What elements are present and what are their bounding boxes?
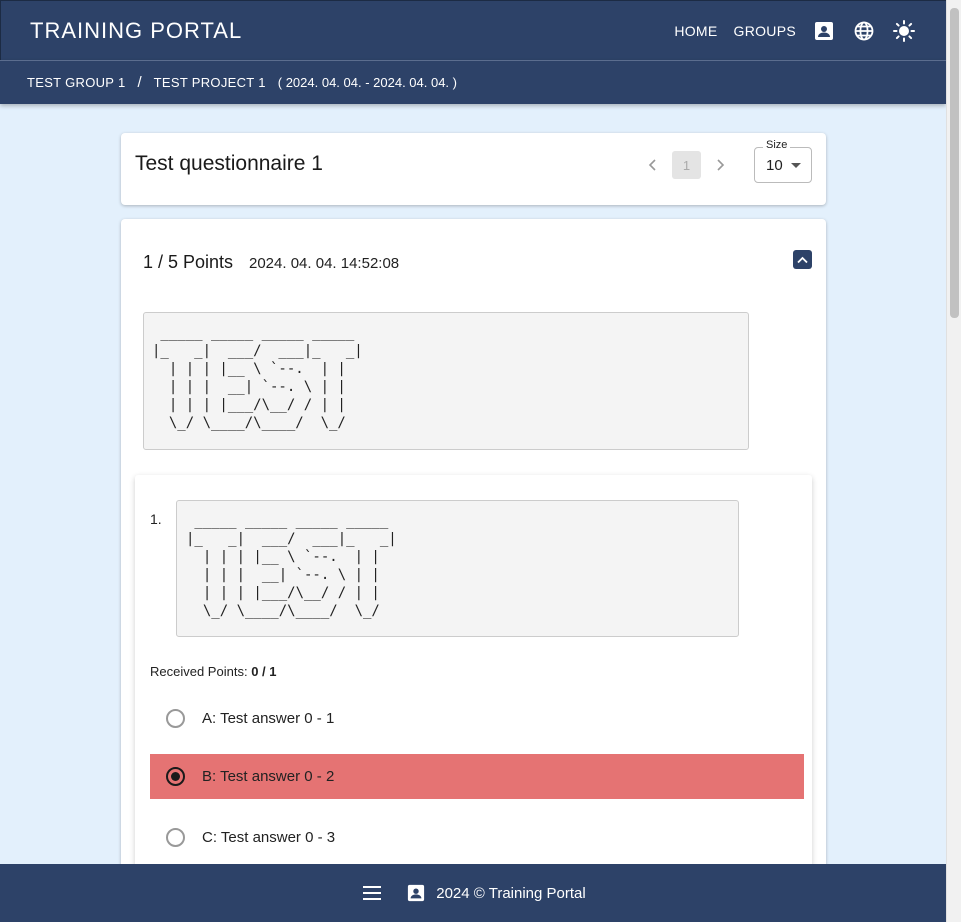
question-card: 1. _____ _____ _____ _____ |_ _| ___/ __…: [135, 475, 812, 922]
app-bar: TRAINING PORTAL HOME GROUPS: [0, 0, 946, 60]
nav-home-link[interactable]: HOME: [674, 23, 717, 39]
result-card: 1 / 5 Points 2024. 04. 04. 14:52:08 ____…: [121, 219, 826, 922]
brightness-icon[interactable]: [892, 19, 916, 43]
footer: 2024 © Training Portal: [0, 864, 946, 922]
questionnaire-description: _____ _____ _____ _____ |_ _| ___/ ___|_…: [143, 312, 749, 450]
received-points: Received Points: 0 / 1: [150, 664, 276, 679]
size-select[interactable]: Size 10: [754, 139, 812, 183]
questionnaire-header-card: Test questionnaire 1 1 Size 10: [121, 133, 826, 205]
globe-icon[interactable]: [852, 19, 876, 43]
answer-option-a[interactable]: A: Test answer 0 - 1: [150, 696, 804, 741]
size-select-label: Size: [763, 139, 791, 151]
breadcrumb-separator: /: [137, 74, 142, 91]
answer-label: A: Test answer 0 - 1: [202, 710, 335, 727]
breadcrumb-date-range: ( 2024. 04. 04. - 2024. 04. 04. ): [277, 75, 457, 90]
received-points-value: 0 / 1: [251, 664, 277, 679]
breadcrumb-group[interactable]: TEST GROUP 1: [27, 75, 125, 90]
scrollbar-thumb[interactable]: [950, 8, 959, 318]
answer-label: B: Test answer 0 - 2: [202, 768, 335, 785]
page-title: Test questionnaire 1: [135, 152, 323, 175]
breadcrumb: TEST GROUP 1 / TEST PROJECT 1 ( 2024. 04…: [0, 60, 946, 104]
app-title[interactable]: TRAINING PORTAL: [30, 18, 242, 44]
contact-icon[interactable]: [812, 19, 836, 43]
page-number-button[interactable]: 1: [672, 151, 701, 179]
received-points-label: Received Points:: [150, 664, 248, 679]
chevron-up-icon: [797, 256, 808, 263]
size-select-value: 10: [766, 157, 783, 174]
page-scrollbar[interactable]: [946, 0, 961, 922]
collapse-button[interactable]: [793, 250, 812, 269]
submission-timestamp: 2024. 04. 04. 14:52:08: [249, 255, 400, 272]
answer-label: C: Test answer 0 - 3: [202, 829, 336, 846]
breadcrumb-project[interactable]: TEST PROJECT 1: [154, 75, 266, 90]
radio-dot: [171, 772, 180, 781]
menu-icon[interactable]: [360, 881, 384, 905]
chevron-left-icon[interactable]: [641, 151, 665, 179]
footer-copyright: 2024 © Training Portal: [436, 884, 586, 902]
nav-groups-link[interactable]: GROUPS: [734, 23, 796, 39]
score-points: 1 / 5 Points: [143, 252, 234, 272]
chevron-right-icon[interactable]: [708, 151, 732, 179]
radio-checked-icon[interactable]: [166, 767, 185, 786]
top-nav: HOME GROUPS: [674, 19, 916, 43]
question-number: 1.: [150, 511, 162, 527]
radio-unchecked-icon[interactable]: [166, 828, 185, 847]
question-text: _____ _____ _____ _____ |_ _| ___/ ___|_…: [176, 500, 739, 637]
answer-option-c[interactable]: C: Test answer 0 - 3: [150, 815, 804, 860]
pagination: 1: [641, 151, 732, 179]
radio-unchecked-icon[interactable]: [166, 709, 185, 728]
answer-option-b[interactable]: B: Test answer 0 - 2: [150, 754, 804, 799]
contact-icon[interactable]: [404, 881, 428, 905]
caret-down-icon: [791, 163, 801, 168]
